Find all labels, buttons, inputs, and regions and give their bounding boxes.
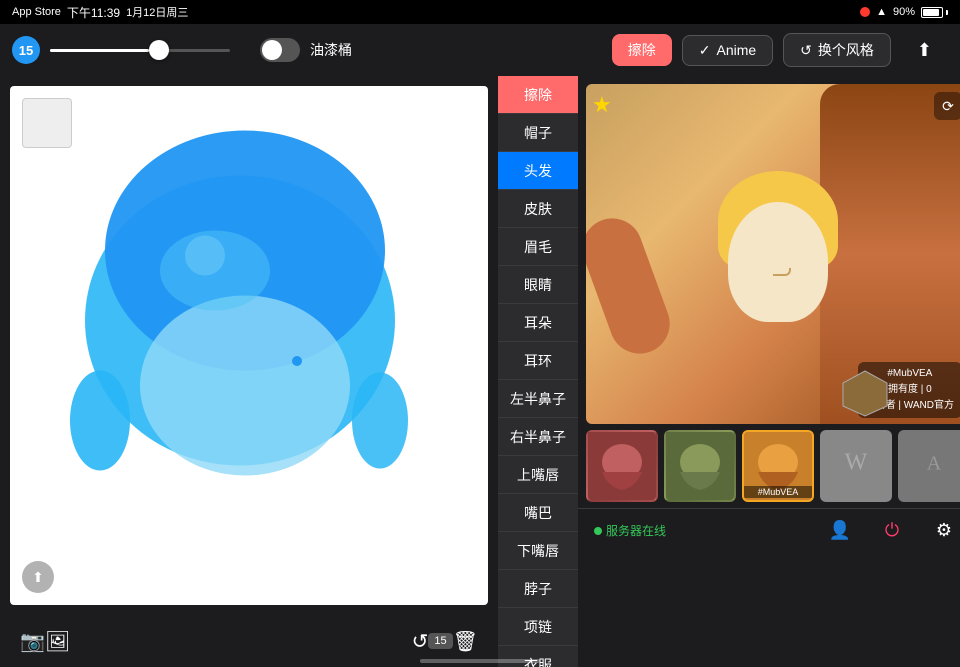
- server-status-text: 服务器在线: [606, 522, 666, 539]
- user-button[interactable]: 👤: [822, 513, 858, 549]
- gallery-icon: 🖼: [45, 629, 70, 654]
- camera-icon: 📷: [20, 629, 45, 654]
- menu-item-clothes[interactable]: 衣服: [498, 646, 578, 667]
- thumbnail-1[interactable]: [586, 430, 658, 502]
- menu-item-skin[interactable]: 皮肤: [498, 190, 578, 228]
- refresh-icon: ⟳: [942, 98, 954, 115]
- home-indicator: [420, 659, 540, 663]
- menu-item-hair[interactable]: 头发: [498, 152, 578, 190]
- brush-size-badge: 15: [12, 36, 40, 64]
- color-indicator-dot: [292, 356, 302, 366]
- undo-icon: ↺: [412, 629, 429, 654]
- upload-icon: ⬆: [32, 569, 44, 586]
- style-refresh-icon: ↺: [800, 42, 812, 59]
- canvas-upload-button[interactable]: ⬆: [22, 561, 54, 593]
- hex-color-badge: [840, 368, 890, 418]
- battery-percent: 90%: [893, 6, 915, 18]
- reference-image-area: ★ ⟳ #MubVEA 拥有度 | 0 会名者 | WAND官方: [586, 84, 960, 424]
- favorite-star[interactable]: ★: [592, 92, 612, 118]
- settings-button[interactable]: ⚙: [926, 513, 960, 549]
- menu-item-neck[interactable]: 脖子: [498, 570, 578, 608]
- power-icon: ⏻: [885, 520, 899, 541]
- svg-text:W: W: [845, 449, 868, 475]
- menu-item-eraser[interactable]: 擦除: [498, 76, 578, 114]
- drawing-canvas[interactable]: ⬆: [10, 86, 488, 605]
- hair-drawing: [10, 86, 488, 605]
- anime-check-icon: ✓: [699, 42, 711, 59]
- undo-button[interactable]: ↺: [412, 629, 429, 654]
- menu-item-earring[interactable]: 耳环: [498, 342, 578, 380]
- toolbar: 15 油漆桶 擦除 ✓ Anime ↺ 换个风格 ⬆: [0, 24, 960, 76]
- style-button[interactable]: ↺ 换个风格: [783, 33, 891, 67]
- menu-item-hat[interactable]: 帽子: [498, 114, 578, 152]
- battery-icon: [921, 7, 948, 18]
- menu-item-nose-left[interactable]: 左半鼻子: [498, 380, 578, 418]
- settings-icon: ⚙: [936, 520, 952, 541]
- refresh-image-button[interactable]: ⟳: [934, 92, 960, 120]
- content-area: ⬆ 📷 🖼 ↺ 15 🗑: [0, 76, 960, 667]
- thumbnail-5[interactable]: A: [898, 430, 960, 502]
- delete-icon: 🗑: [453, 629, 478, 654]
- thumbnail-strip: #MubVEA W A: [578, 424, 960, 508]
- camera-button[interactable]: 📷: [20, 629, 45, 654]
- app-store-label: App Store: [12, 6, 61, 18]
- main-area: 15 油漆桶 擦除 ✓ Anime ↺ 换个风格 ⬆: [0, 24, 960, 667]
- anime-button[interactable]: ✓ Anime: [682, 35, 773, 66]
- bg-character-arm: [586, 210, 678, 362]
- svg-text:A: A: [927, 452, 942, 474]
- delete-button[interactable]: 🗑: [453, 629, 478, 654]
- canvas-area: ⬆ 📷 🖼 ↺ 15 🗑: [0, 76, 498, 667]
- undo-count-badge: 15: [428, 633, 452, 649]
- gallery-button[interactable]: 🖼: [45, 629, 70, 654]
- menu-item-lower-lip[interactable]: 下嘴唇: [498, 532, 578, 570]
- share-icon: ⬆: [917, 40, 932, 61]
- menu-item-nose-right[interactable]: 右半鼻子: [498, 418, 578, 456]
- menu-item-upper-lip[interactable]: 上嘴唇: [498, 456, 578, 494]
- eraser-button[interactable]: 擦除: [612, 34, 672, 66]
- menu-item-eye[interactable]: 眼睛: [498, 266, 578, 304]
- record-indicator: [860, 7, 870, 17]
- menu-item-mouth[interactable]: 嘴巴: [498, 494, 578, 532]
- thumbnail-2[interactable]: [664, 430, 736, 502]
- thumb-1-image: [588, 432, 656, 500]
- thumb-3-label: #MubVEA: [744, 486, 812, 498]
- user-icon: 👤: [829, 520, 851, 541]
- menu-item-eyebrow[interactable]: 眉毛: [498, 228, 578, 266]
- server-online-dot: [594, 527, 602, 535]
- date-display: 1月12日周三: [126, 4, 188, 20]
- right-panel: ★ ⟳ #MubVEA 拥有度 | 0 会名者 | WAND官方: [578, 76, 960, 667]
- thumbnail-4[interactable]: W: [820, 430, 892, 502]
- server-status-area: 服务器在线: [594, 522, 822, 539]
- paint-bucket-toggle[interactable]: [260, 38, 300, 62]
- power-button[interactable]: ⏻: [874, 513, 910, 549]
- time-display: 下午11:39: [67, 4, 120, 21]
- share-button[interactable]: ⬆: [901, 34, 948, 67]
- menu-item-necklace[interactable]: 项链: [498, 608, 578, 646]
- thumb-2-image: [666, 432, 734, 500]
- thumb-4-image: W: [822, 432, 890, 500]
- body-part-menu: 擦除 帽子 头发 皮肤 眉毛 眼睛 耳朵 耳环: [498, 76, 578, 667]
- character-face: [728, 202, 828, 322]
- bottom-status-bar: 服务器在线 👤 ⏻ ⚙: [578, 508, 960, 552]
- wifi-icon: ▲: [876, 6, 887, 18]
- brush-size-slider[interactable]: [50, 49, 250, 52]
- paint-bucket-label: 油漆桶: [310, 40, 352, 60]
- status-bar: App Store 下午11:39 1月12日周三 ▲ 90%: [0, 0, 960, 24]
- thumb-5-image: A: [900, 432, 960, 500]
- thumbnail-3[interactable]: #MubVEA: [742, 430, 814, 502]
- menu-item-ear[interactable]: 耳朵: [498, 304, 578, 342]
